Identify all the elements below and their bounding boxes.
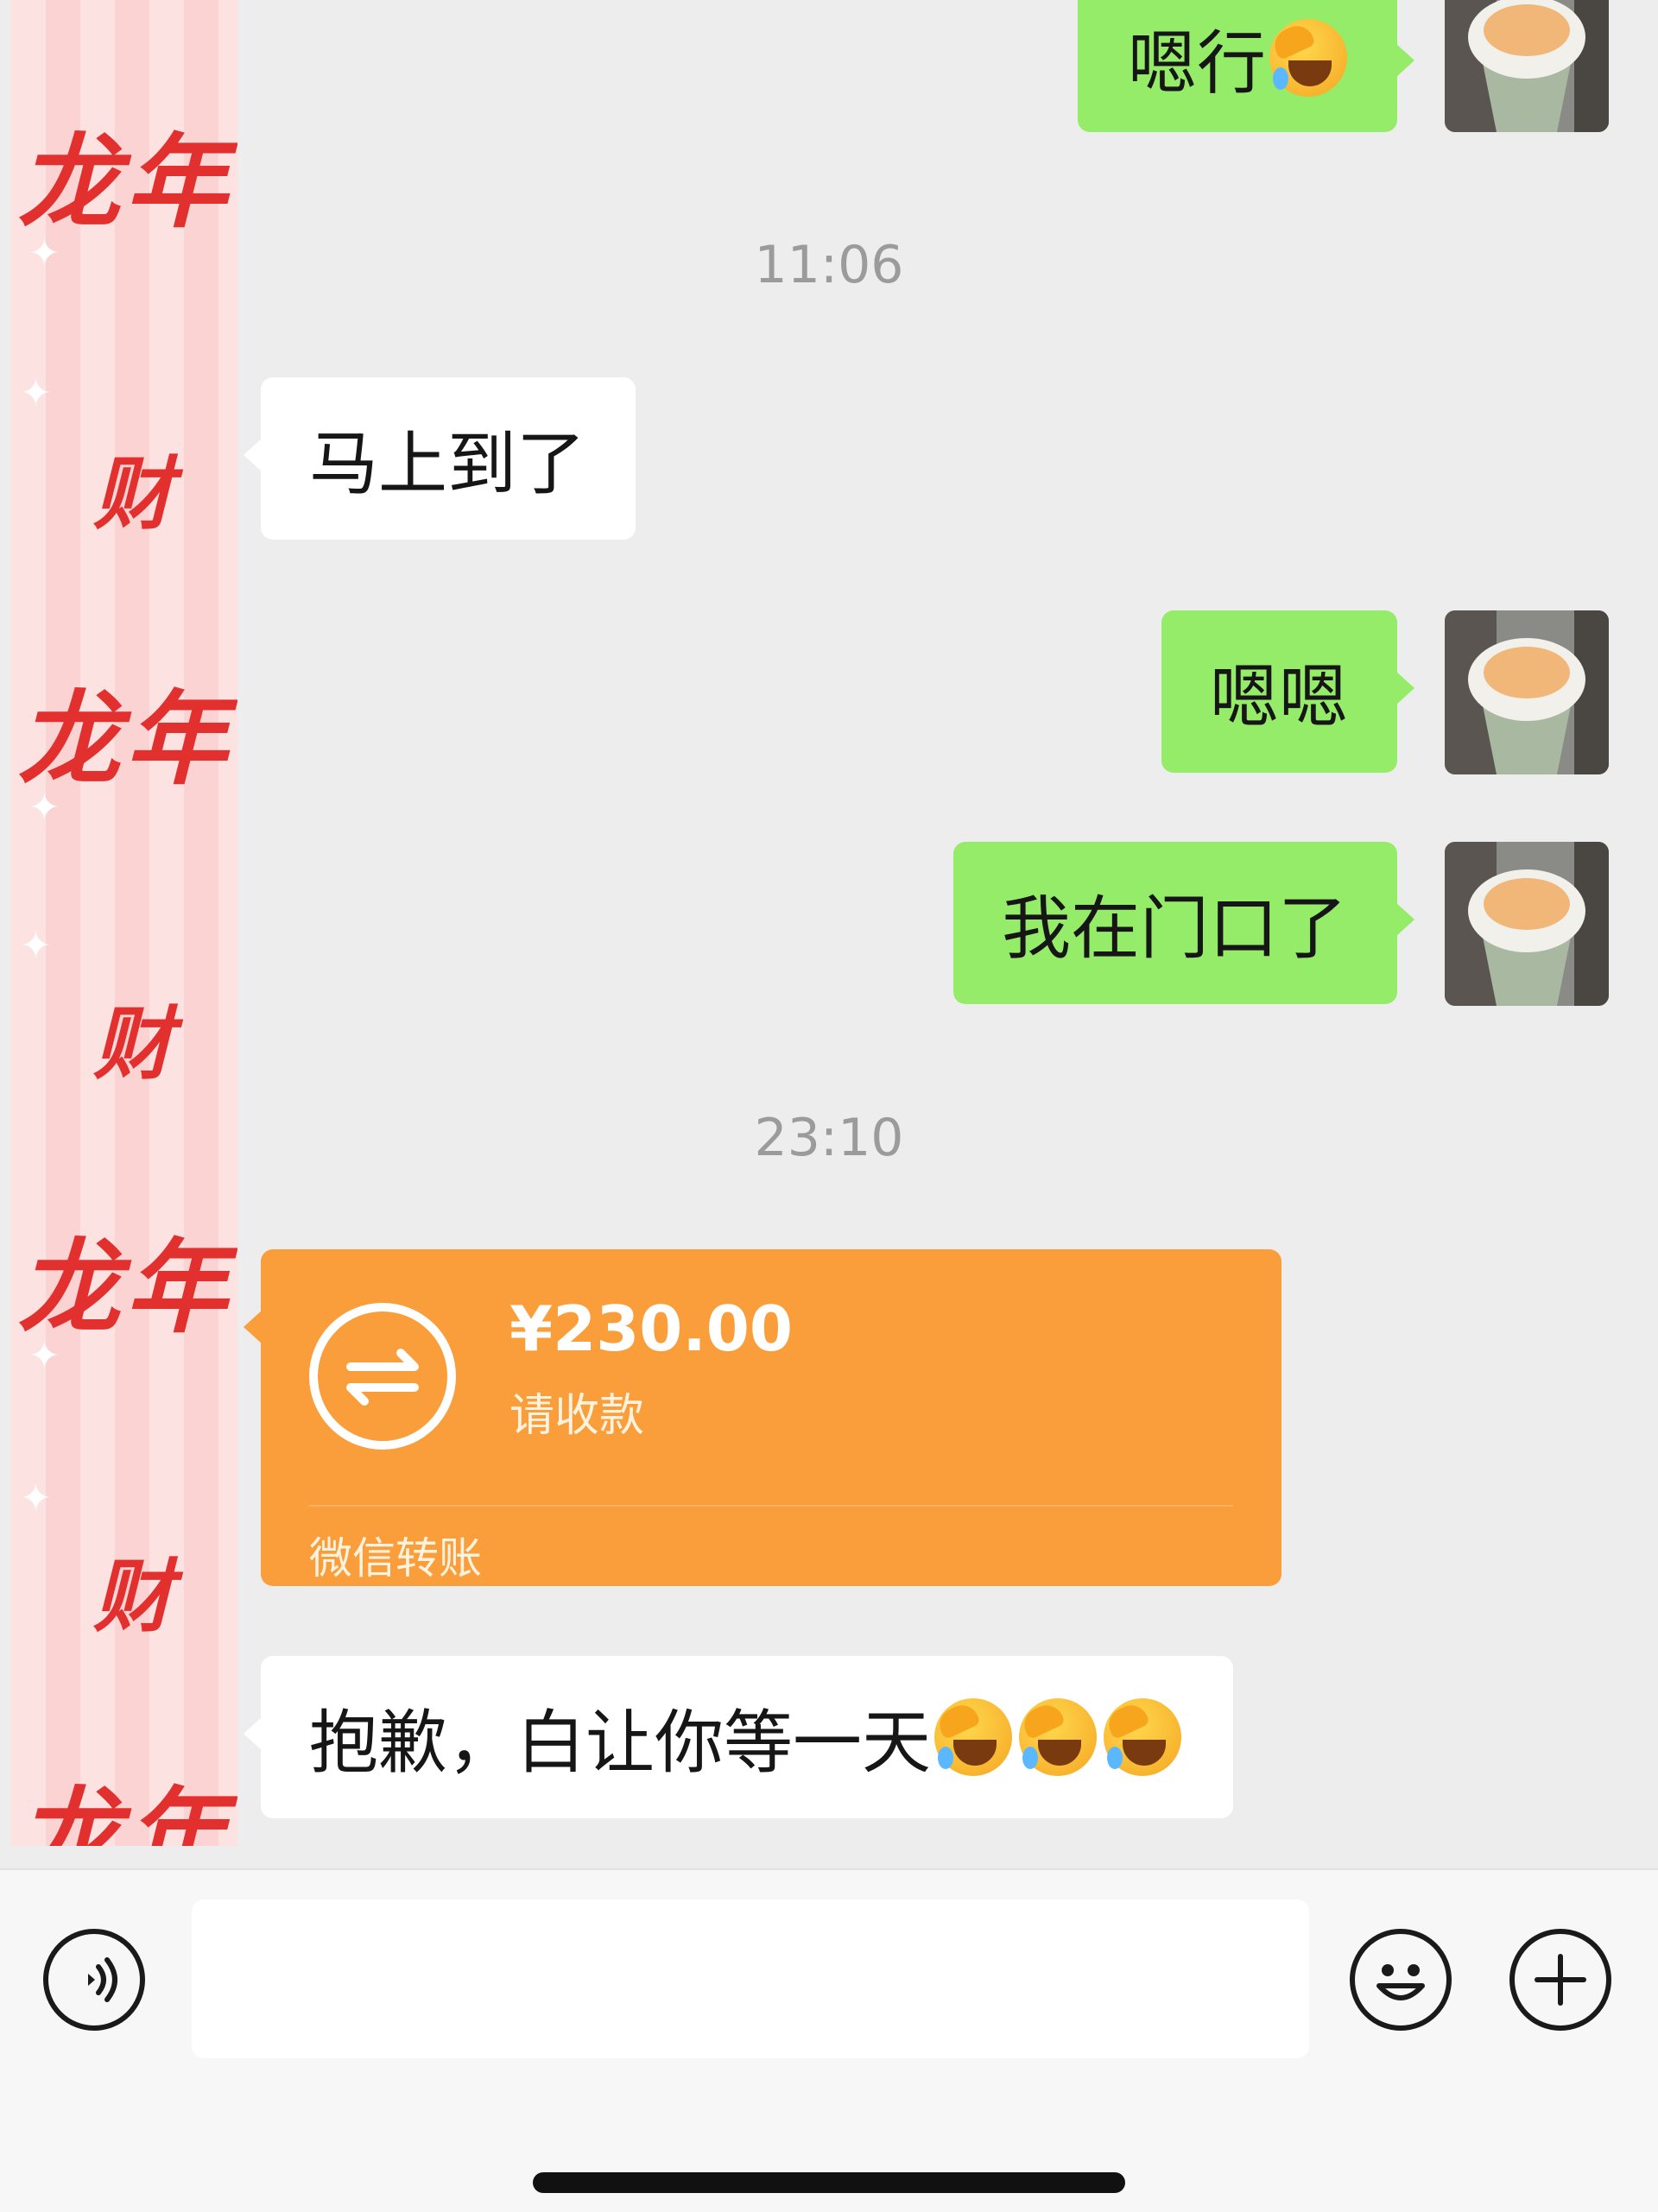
more-button[interactable] <box>1509 1929 1611 2031</box>
transfer-status: 请收款 <box>509 1390 645 1442</box>
voice-button[interactable] <box>43 1929 145 2031</box>
transfer-label: 微信转账 <box>309 1533 482 1583</box>
emoji-button[interactable] <box>1350 1929 1452 2031</box>
rolling-laughing-emoji-icon <box>1104 1698 1181 1776</box>
my-avatar[interactable] <box>1445 610 1609 774</box>
voice-icon <box>88 1957 117 2002</box>
message-text: 马上到了 <box>309 424 585 504</box>
sparkle-icon: ✦ <box>20 1476 52 1520</box>
rolling-laughing-emoji-icon <box>1269 18 1347 97</box>
sparkle-icon: ✦ <box>28 1334 60 1378</box>
plus-icon <box>1535 1954 1586 2006</box>
message-bubble-outgoing[interactable]: 我在门口了 <box>953 842 1414 1004</box>
message-text: 嗯嗯 <box>1210 657 1348 737</box>
message-bubble-incoming[interactable]: 抱歉，白让你等一天 <box>244 1656 1233 1818</box>
avatar-text-fortune: 财 <box>93 447 179 540</box>
message-bubble-outgoing[interactable]: 嗯行 <box>1078 0 1414 132</box>
transfer-amount: ¥230.00 <box>509 1292 793 1365</box>
message-timestamp: 11:06 <box>754 235 904 295</box>
sparkle-icon: ✦ <box>20 924 52 968</box>
input-bar <box>0 1868 1658 2212</box>
rolling-laughing-emoji-icon <box>934 1698 1012 1776</box>
my-avatar[interactable] <box>1445 0 1609 132</box>
avatar-text-dragon-year: 龙年 <box>18 1227 233 1347</box>
divider <box>309 1505 1233 1507</box>
message-text: 我在门口了 <box>1002 888 1347 969</box>
rolling-laughing-emoji-icon <box>1019 1698 1097 1776</box>
my-avatar[interactable] <box>1445 842 1609 1006</box>
transfer-card[interactable]: ¥230.00 请收款 微信转账 <box>244 1249 1281 1586</box>
avatar-text-dragon-year: 龙年 <box>18 1775 233 1846</box>
message-text: 嗯行 <box>1128 22 1266 104</box>
avatar-text-fortune: 财 <box>93 997 179 1090</box>
bouquet-photo <box>1445 842 1609 1006</box>
bouquet-photo <box>1445 610 1609 774</box>
sparkle-icon: ✦ <box>20 371 52 415</box>
message-timestamp: 23:10 <box>754 1108 904 1168</box>
home-indicator <box>533 2172 1125 2193</box>
message-bubble-incoming[interactable]: 马上到了 <box>244 377 636 540</box>
sparkle-icon: ✦ <box>28 786 60 830</box>
message-text: 抱歉，白让你等一天 <box>309 1703 931 1783</box>
emoji-icon <box>1376 1964 1425 2000</box>
message-bubble-outgoing[interactable]: 嗯嗯 <box>1161 610 1414 773</box>
message-input[interactable] <box>192 1899 1309 2058</box>
bouquet-photo <box>1445 0 1609 132</box>
avatar-text-dragon-year: 龙年 <box>18 122 233 242</box>
avatar-text-fortune: 财 <box>93 1550 179 1643</box>
transfer-icon <box>309 1303 456 1450</box>
avatar-text-dragon-year: 龙年 <box>18 679 233 799</box>
